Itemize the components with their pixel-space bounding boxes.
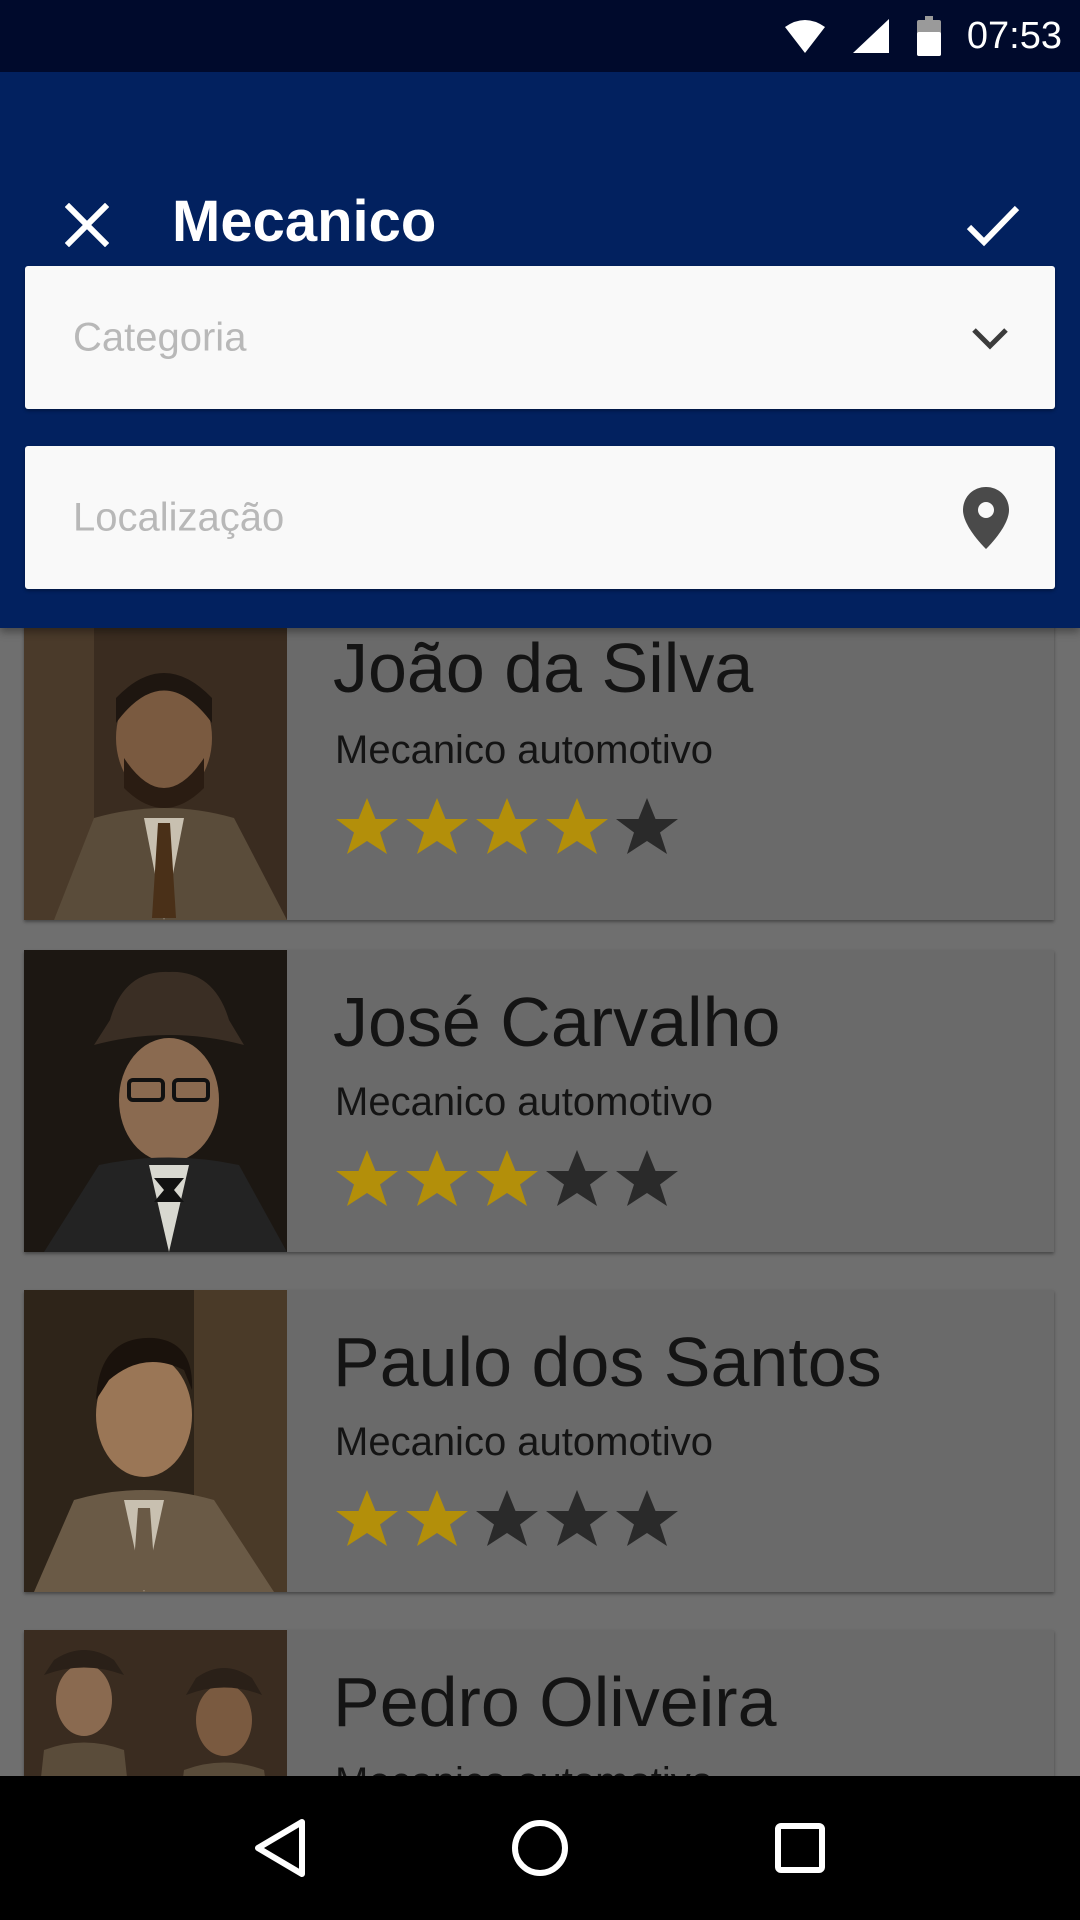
mechanic-role: Mecanico automotivo [335,728,713,772]
mechanic-name: João da Silva [333,629,754,707]
close-icon [65,203,109,247]
status-bar: 07:53 [0,0,1080,72]
check-icon [966,205,1020,247]
star-filled-icon [476,798,538,854]
avatar [24,1290,287,1592]
status-time: 07:53 [966,14,1062,57]
mechanic-name: Pedro Oliveira [333,1663,777,1741]
star-filled-icon [546,798,608,854]
mechanic-name: José Carvalho [333,983,781,1061]
list-item[interactable]: João da Silva Mecanico automotivo [24,628,1054,920]
mechanic-name: Paulo dos Santos [333,1323,882,1401]
recents-icon [775,1823,825,1873]
star-empty-icon [616,798,678,854]
home-icon [512,1820,568,1876]
star-filled-icon [406,1490,468,1546]
star-filled-icon [336,1490,398,1546]
star-empty-icon [616,1150,678,1206]
list-item[interactable]: Pedro Oliveira Mecanico automotivo [24,1630,1054,1776]
star-filled-icon [406,798,468,854]
list-item[interactable]: José Carvalho Mecanico automotivo [24,950,1054,1252]
avatar [24,628,287,920]
confirm-button[interactable] [958,190,1028,260]
star-filled-icon [406,1150,468,1206]
home-button[interactable] [500,1808,580,1888]
star-filled-icon [476,1150,538,1206]
star-empty-icon [546,1150,608,1206]
location-input[interactable]: Localização [25,446,1055,589]
battery-icon [916,16,941,56]
mechanic-role: Mecanico automotivo [335,1760,713,1776]
recents-button[interactable] [760,1808,840,1888]
close-button[interactable] [52,190,122,260]
list-item[interactable]: Paulo dos Santos Mecanico automotivo [24,1290,1054,1592]
mechanic-list[interactable]: João da Silva Mecanico automotivo José C… [0,628,1080,1776]
signal-icon [852,19,889,53]
star-filled-icon [336,1150,398,1206]
wifi-icon [784,19,825,53]
star-rating [332,1146,682,1210]
app-bar: Mecanico Categoria Localização [0,72,1080,628]
mechanic-role: Mecanico automotivo [335,1080,713,1124]
chevron-down-icon [971,326,1009,350]
location-pin-icon[interactable] [963,486,1009,549]
avatar [24,950,287,1252]
location-placeholder: Localização [73,495,285,539]
star-empty-icon [476,1490,538,1546]
back-icon [255,1819,305,1877]
star-filled-icon [336,798,398,854]
back-button[interactable] [240,1808,320,1888]
navigation-bar [0,1776,1080,1920]
category-select[interactable]: Categoria [25,266,1055,409]
star-rating [332,1486,682,1550]
star-rating [332,794,682,858]
mechanic-role: Mecanico automotivo [335,1420,713,1464]
star-empty-icon [546,1490,608,1546]
category-placeholder: Categoria [73,315,247,359]
page-title: Mecanico [172,189,437,254]
avatar [24,1630,287,1776]
star-empty-icon [616,1490,678,1546]
